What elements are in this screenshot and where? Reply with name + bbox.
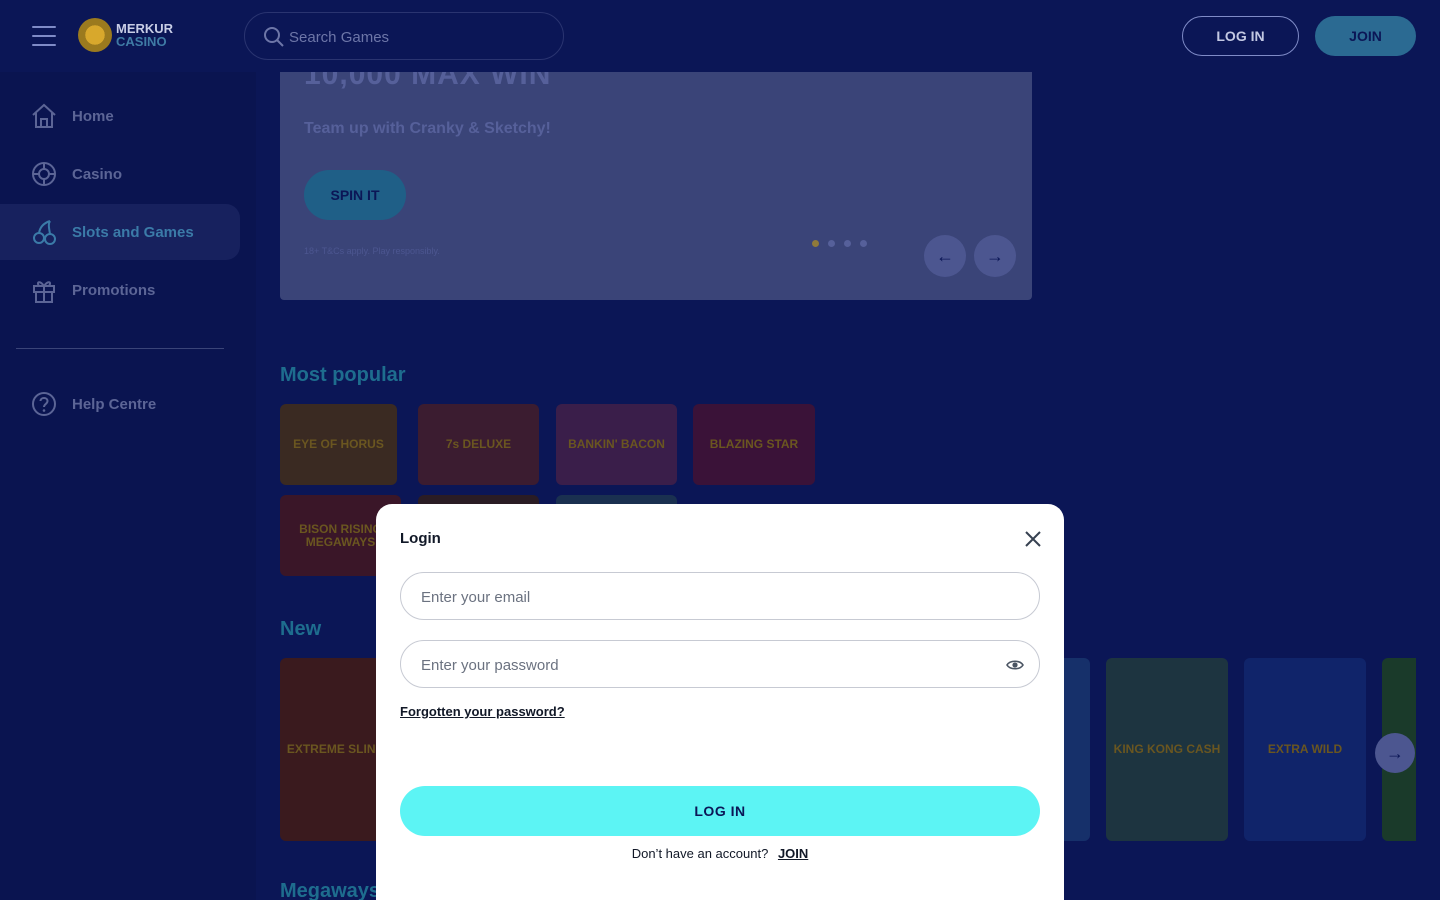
hero-subtitle: Team up with Cranky & Sketchy! [304,120,551,137]
game-title: EXTRA WILD [1267,742,1343,756]
sidebar-item-casino[interactable]: Casino [0,146,240,202]
carousel-next-button[interactable]: → [974,235,1016,277]
carousel-dot[interactable] [860,240,867,247]
close-icon[interactable] [1022,528,1044,550]
arrow-right-icon: → [986,245,1004,266]
sidebar: Home Casino Slots and Games Promotions H… [0,72,256,900]
header-login-button[interactable]: LOG IN [1182,16,1299,56]
show-password-icon[interactable] [1006,656,1024,674]
spin-it-button[interactable]: SPIN IT [304,170,406,220]
login-modal: Login Forgotten your password? LOG IN Do… [376,504,1064,900]
sidebar-item-label: Promotions [72,281,156,299]
header-join-button[interactable]: JOIN [1315,16,1416,56]
game-tile[interactable]: EYE OF HORUS [280,404,397,485]
search-box[interactable] [244,12,564,60]
logo-text-casino: CASINO [116,34,167,49]
sidebar-item-help-centre[interactable]: Help Centre [0,376,240,432]
merkur-casino-logo[interactable]: MERKUR CASINO [78,18,173,52]
carousel-prev-button[interactable]: ← [924,235,966,277]
sidebar-item-slots-and-games[interactable]: Slots and Games [0,204,240,260]
carousel-dots [812,240,876,247]
email-input[interactable] [421,586,1001,608]
top-header: MERKUR CASINO LOG IN JOIN [0,0,1440,72]
game-tile[interactable]: BANKIN' BACON [556,404,677,485]
carousel-dot[interactable] [844,240,851,247]
casino-chip-icon [32,162,56,186]
search-input[interactable] [289,25,549,49]
signup-prompt: Don’t have an account? JOIN [376,846,1064,861]
gift-icon [33,281,55,303]
sidebar-item-label: Casino [72,165,123,183]
password-field[interactable] [400,640,1040,688]
new-games-next-button[interactable]: → [1375,733,1415,773]
menu-icon[interactable] [32,26,56,46]
sidebar-item-label: Home [72,107,114,125]
hero-banner: 10,000 MAX WIN Team up with Cranky & Ske… [280,72,1032,300]
sidebar-divider [16,348,224,349]
game-tile[interactable]: BLAZING STAR [693,404,815,485]
cherries-icon [33,220,56,245]
search-icon [264,27,284,47]
home-icon [32,103,56,128]
carousel-dot[interactable] [812,240,819,247]
section-title-most-popular: Most popular [280,364,406,386]
game-title: BANKIN' BACON [568,437,665,451]
game-title: KING KONG CASH [1113,742,1221,756]
game-title: 7s DELUXE [445,437,512,451]
hero-title: 10,000 MAX WIN [304,72,552,91]
game-title: BLAZING STAR [709,437,799,451]
password-input[interactable] [421,654,1001,676]
sidebar-item-label: Help Centre [72,395,157,413]
carousel-dot[interactable] [828,240,835,247]
arrow-left-icon: ← [936,245,954,266]
join-link[interactable]: JOIN [778,846,808,861]
arrow-right-icon: → [1386,742,1404,763]
hero-terms: 18+ T&Cs apply. Play responsibly. [304,246,440,256]
email-field[interactable] [400,572,1040,620]
section-title-megaways: Megaways [280,880,381,900]
forgot-password-link[interactable]: Forgotten your password? [400,704,565,719]
sidebar-item-promotions[interactable]: Promotions [0,262,240,318]
game-tile[interactable]: EXTRA WILD [1244,658,1366,841]
help-icon [32,392,56,416]
sidebar-item-home[interactable]: Home [0,88,240,144]
section-title-new: New [280,618,322,640]
signup-prompt-text: Don’t have an account? [631,846,769,861]
login-submit-button[interactable]: LOG IN [400,786,1040,836]
sun-logo-icon [78,18,112,52]
game-tile[interactable]: 7s DELUXE [418,404,539,485]
game-title: EYE OF HORUS [293,437,384,451]
sidebar-item-label: Slots and Games [72,223,194,241]
modal-title: Login [400,530,441,547]
game-tile[interactable]: KING KONG CASH [1106,658,1228,841]
